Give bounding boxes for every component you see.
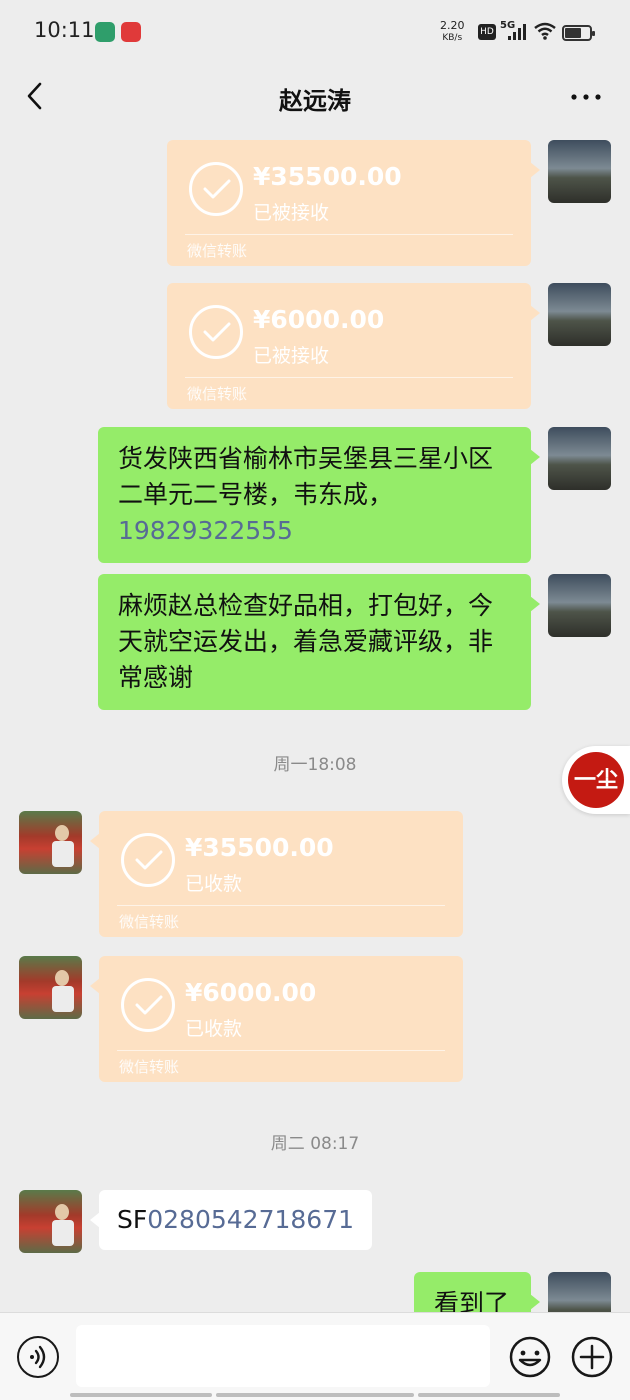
transfer-footer: 微信转账: [187, 385, 248, 403]
message-bubble[interactable]: SF0280542718671: [89, 1190, 373, 1250]
status-bar: 10:11 2.20 KB/s HD 5G: [0, 0, 630, 64]
app-notification-icon: [121, 22, 141, 42]
status-time: 10:11: [34, 18, 95, 42]
battery-icon: [562, 25, 595, 41]
my-avatar[interactable]: [548, 1272, 611, 1312]
more-dots-icon[interactable]: [566, 82, 606, 112]
network-speed-value: 2.20: [440, 19, 465, 32]
message-text: 货发陕西省榆林市吴堡县三星小区二单元二号楼，韦东成，: [118, 444, 494, 509]
network-speed-unit: KB/s: [442, 33, 463, 43]
transfer-card[interactable]: ¥35500.00 已收款 微信转账: [90, 811, 463, 937]
home-indicator: [418, 1393, 560, 1397]
transfer-status: 已收款: [185, 873, 243, 895]
transfer-amount: ¥35500.00: [185, 833, 334, 862]
check-icon: [121, 833, 175, 887]
my-avatar[interactable]: [548, 574, 611, 637]
my-avatar[interactable]: [548, 427, 611, 490]
floating-badge-logo: 一尘: [568, 752, 624, 808]
message-text: 看到了: [434, 1289, 510, 1312]
my-avatar[interactable]: [548, 140, 611, 203]
app-notification-icon: [95, 22, 115, 42]
signal-icon: 5G: [500, 20, 528, 42]
divider: [117, 1050, 445, 1051]
transfer-status: 已被接收: [253, 345, 330, 367]
transfer-amount: ¥6000.00: [185, 978, 317, 1007]
transfer-status: 已收款: [185, 1018, 243, 1040]
divider: [117, 905, 445, 906]
my-avatar[interactable]: [548, 283, 611, 346]
tracking-number-link[interactable]: 0280542718671: [147, 1205, 354, 1234]
check-icon: [121, 978, 175, 1032]
chat-title: 赵远涛: [279, 87, 351, 115]
transfer-footer: 微信转账: [119, 913, 180, 931]
phone-link[interactable]: 19829322555: [118, 516, 293, 545]
contact-avatar[interactable]: [19, 956, 82, 1019]
message-input[interactable]: [76, 1325, 490, 1387]
check-icon: [189, 305, 243, 359]
home-indicator: [216, 1393, 414, 1397]
wifi-icon: [534, 22, 556, 40]
transfer-status: 已被接收: [253, 202, 330, 224]
check-icon: [189, 162, 243, 216]
transfer-card[interactable]: ¥6000.00 已收款 微信转账: [90, 956, 463, 1082]
timestamp: 周二 08:17: [270, 1134, 360, 1154]
chat-header: 赵远涛: [0, 64, 630, 130]
input-bar: [0, 1312, 630, 1400]
transfer-amount: ¥35500.00: [253, 162, 402, 191]
divider: [185, 234, 513, 235]
message-bubble[interactable]: 看到了: [414, 1272, 540, 1312]
transfer-card[interactable]: ¥6000.00 已被接收 微信转账: [167, 283, 540, 409]
floating-badge[interactable]: 一尘: [562, 746, 630, 814]
transfer-card[interactable]: ¥35500.00 已被接收 微信转账: [167, 140, 540, 266]
message-text: 麻烦赵总检查好品相，打包好，今天就空运发出，着急爱藏评级，非常感谢: [118, 591, 494, 692]
transfer-footer: 微信转账: [187, 242, 248, 260]
contact-avatar[interactable]: [19, 1190, 82, 1253]
emoji-icon[interactable]: [508, 1335, 552, 1379]
contact-avatar[interactable]: [19, 811, 82, 874]
plus-icon[interactable]: [570, 1335, 614, 1379]
timestamp: 周一18:08: [273, 755, 357, 775]
network-speed: 2.20 KB/s: [440, 20, 465, 44]
voice-icon[interactable]: [17, 1336, 59, 1378]
chat-messages[interactable]: ¥35500.00 已被接收 微信转账 ¥6000.00 已被接收 微信转账 货…: [0, 130, 630, 1312]
divider: [185, 377, 513, 378]
transfer-amount: ¥6000.00: [253, 305, 385, 334]
hd-icon: HD: [478, 24, 496, 40]
transfer-footer: 微信转账: [119, 1058, 180, 1076]
message-text: SF: [117, 1205, 148, 1234]
message-bubble[interactable]: 麻烦赵总检查好品相，打包好，今天就空运发出，着急爱藏评级，非常感谢: [98, 574, 540, 710]
home-indicator: [70, 1393, 212, 1397]
message-bubble[interactable]: 货发陕西省榆林市吴堡县三星小区二单元二号楼，韦东成， 19829322555: [98, 427, 540, 563]
